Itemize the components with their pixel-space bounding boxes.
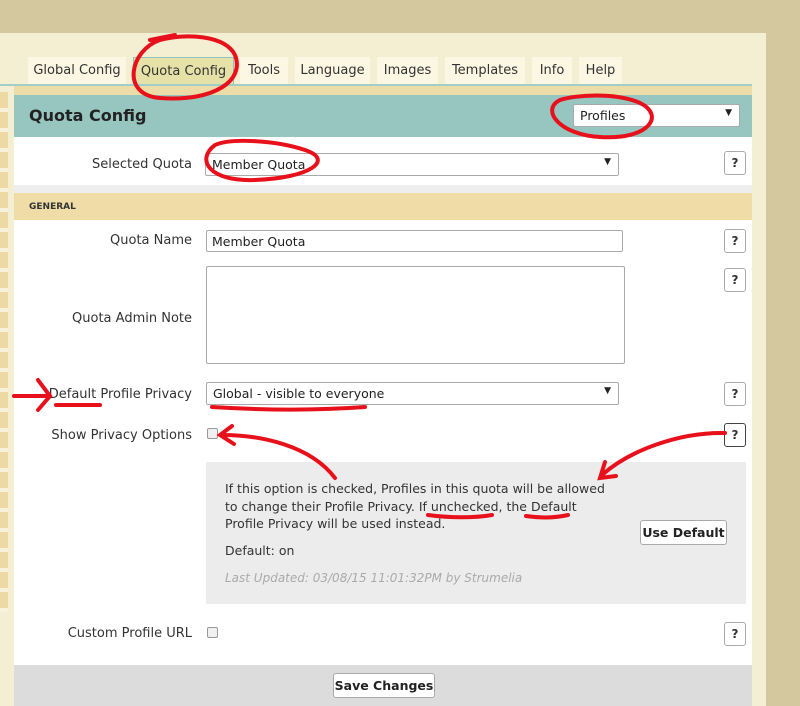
section-gap <box>14 185 752 193</box>
section-select[interactable]: Profiles ▼ <box>573 104 740 127</box>
default-value-text: Default: on <box>225 543 295 558</box>
custom-url-checkbox[interactable] <box>207 627 218 638</box>
page-title: Quota Config <box>29 106 147 125</box>
help-button[interactable]: ? <box>724 622 746 646</box>
help-button[interactable]: ? <box>724 382 746 406</box>
show-privacy-label: Show Privacy Options <box>51 428 192 443</box>
tab-info[interactable]: Info <box>532 57 572 84</box>
admin-note-label: Quota Admin Note <box>72 311 192 326</box>
show-privacy-checkbox[interactable] <box>207 428 218 439</box>
section-title: GENERAL <box>29 202 76 212</box>
admin-note-textarea[interactable] <box>206 266 625 364</box>
help-text-line: Profile Privacy will be used instead. <box>225 516 446 531</box>
tab-quota-config[interactable]: Quota Config <box>133 57 234 84</box>
last-updated-text: Last Updated: 03/08/15 11:01:32PM by Str… <box>225 571 523 585</box>
custom-url-label: Custom Profile URL <box>67 626 192 641</box>
section-select-value: Profiles <box>580 108 626 123</box>
selected-quota-select[interactable]: Member Quota ▼ <box>205 153 619 176</box>
help-text-line: to change their Profile Privacy. If unch… <box>225 498 577 514</box>
quota-name-input[interactable]: Member Quota <box>206 230 623 252</box>
chevron-down-icon: ▼ <box>725 108 732 118</box>
section-header: GENERAL <box>14 193 752 220</box>
tab-tools[interactable]: Tools <box>240 57 288 84</box>
tab-help[interactable]: Help <box>579 57 622 84</box>
tab-images[interactable]: Images <box>377 57 438 84</box>
selected-quota-value: Member Quota <box>212 157 306 172</box>
tab-templates[interactable]: Templates <box>445 57 525 84</box>
help-info-box: If this option is checked, Profiles in t… <box>206 462 746 604</box>
help-button[interactable]: ? <box>724 268 746 292</box>
help-button[interactable]: ? <box>724 151 746 175</box>
help-text-line: If this option is checked, Profiles in t… <box>225 481 605 496</box>
use-default-button[interactable]: Use Default <box>640 520 727 545</box>
save-changes-button[interactable]: Save Changes <box>333 673 435 698</box>
chevron-down-icon: ▼ <box>604 157 611 167</box>
quota-name-label: Quota Name <box>110 233 192 248</box>
help-button[interactable]: ? <box>724 423 746 447</box>
help-text: If this option is checked, Profiles in t… <box>225 480 605 533</box>
top-band <box>14 86 752 95</box>
tab-language[interactable]: Language <box>295 57 370 84</box>
tab-global-config[interactable]: Global Config <box>28 57 126 84</box>
default-privacy-value: Global - visible to everyone <box>213 386 385 401</box>
default-privacy-select[interactable]: Global - visible to everyone ▼ <box>206 382 619 405</box>
chevron-down-icon: ▼ <box>604 386 611 396</box>
help-button[interactable]: ? <box>724 229 746 253</box>
selected-quota-label: Selected Quota <box>92 157 192 172</box>
default-privacy-label: Default Profile Privacy <box>48 387 192 402</box>
